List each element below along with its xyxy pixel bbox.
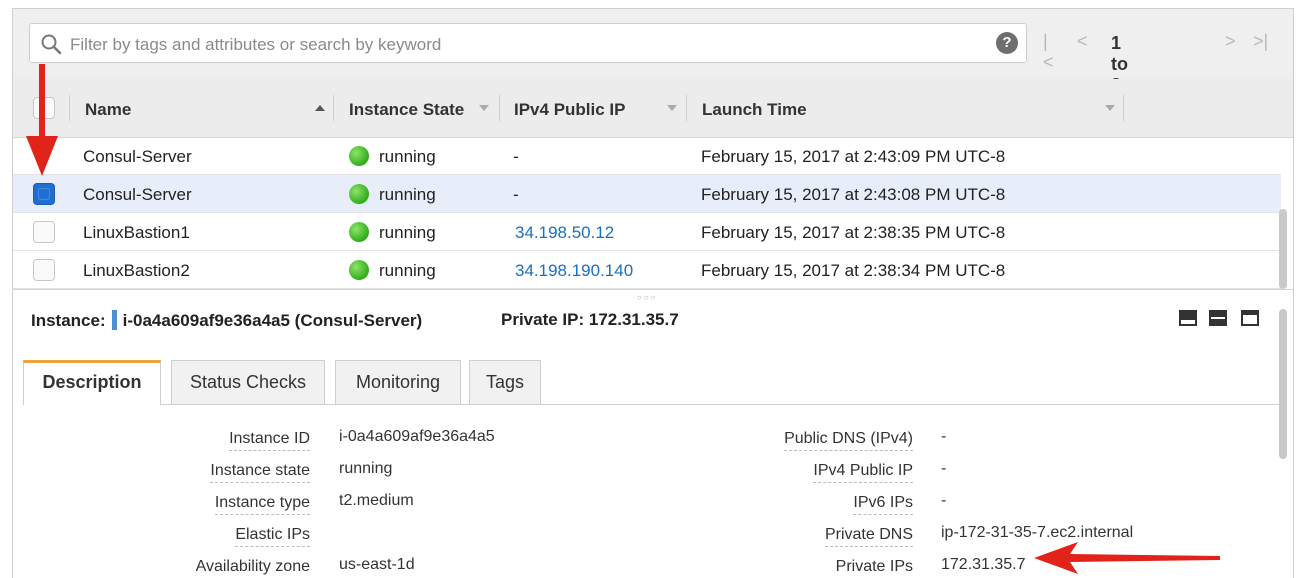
layout-split-icon[interactable] (1209, 310, 1227, 326)
instance-state: running (379, 261, 436, 280)
table-header: Name Instance State IPv4 Public IP Launc… (13, 79, 1293, 138)
running-status-icon (349, 222, 369, 242)
table-row[interactable]: LinuxBastion1 running 34.198.50.12 Febru… (13, 213, 1281, 251)
public-ip-link[interactable]: 34.198.50.12 (515, 223, 614, 243)
table-row[interactable]: LinuxBastion2 running 34.198.190.140 Feb… (13, 251, 1281, 289)
field-label-ipv4-public-ip: IPv4 Public IP (813, 462, 913, 483)
public-ip-link[interactable]: 34.198.190.140 (515, 261, 633, 281)
column-header-ipv4-public-ip[interactable]: IPv4 Public IP (514, 100, 626, 120)
instance-state: running (379, 147, 436, 166)
instance-label: Instance: (31, 311, 106, 330)
sort-caret-icon[interactable] (1105, 105, 1115, 111)
field-value-instance-state: running (339, 460, 393, 477)
row-checkbox[interactable] (33, 259, 55, 281)
annotation-arrow-down-icon (26, 64, 58, 176)
field-value-instance-type: t2.medium (339, 492, 414, 509)
instance-details-pane: Instance: i-0a4a609af9e36a4a5 (Consul-Ser… (13, 289, 1293, 578)
row-checkbox[interactable] (33, 183, 55, 205)
field-label-elastic-ips: Elastic IPs (235, 526, 310, 547)
search-input[interactable]: Filter by tags and attributes or search … (29, 23, 1027, 63)
tab-status-checks[interactable]: Status Checks (171, 360, 325, 404)
first-page-icon[interactable]: |< (1043, 31, 1054, 73)
launch-time: February 15, 2017 at 2:43:08 PM UTC-8 (701, 185, 1006, 204)
tab-description[interactable]: Description (23, 360, 161, 405)
details-tabs: Description Status Checks Monitoring Tag… (23, 360, 1285, 405)
field-value-public-dns: - (941, 428, 947, 445)
ec2-instances-panel: Filter by tags and attributes or search … (12, 8, 1294, 578)
field-label-public-dns: Public DNS (IPv4) (784, 430, 913, 451)
annotation-arrow-left-icon (1034, 542, 1220, 574)
field-label-private-dns: Private DNS (824, 526, 913, 547)
table-scrollbar[interactable] (1279, 209, 1287, 289)
last-page-icon[interactable]: >| (1253, 31, 1268, 52)
instance-name: LinuxBastion1 (83, 223, 190, 242)
public-ip: - (513, 147, 519, 166)
instance-name: LinuxBastion2 (83, 261, 190, 280)
sort-caret-icon[interactable] (667, 105, 677, 111)
field-label-private-ips: Private IPs (836, 558, 913, 578)
field-value-ipv4-public-ip: - (941, 460, 947, 477)
running-status-icon (349, 260, 369, 280)
search-placeholder: Filter by tags and attributes or search … (70, 35, 442, 54)
instance-name: Consul-Server (83, 185, 192, 204)
launch-time: February 15, 2017 at 2:38:34 PM UTC-8 (701, 261, 1006, 280)
instance-name: Consul-Server (83, 147, 192, 166)
public-ip: - (513, 185, 519, 204)
column-header-launch-time[interactable]: Launch Time (702, 100, 807, 120)
layout-bottom-icon[interactable] (1179, 310, 1197, 326)
table-row[interactable]: Consul-Server running - February 15, 201… (13, 137, 1281, 175)
field-value-instance-id: i-0a4a609af9e36a4a5 (339, 428, 495, 445)
row-checkbox[interactable] (33, 221, 55, 243)
field-label-availability-zone: Availability zone (196, 558, 310, 578)
table-row[interactable]: Consul-Server running - February 15, 201… (13, 175, 1281, 213)
tab-monitoring[interactable]: Monitoring (335, 360, 461, 404)
launch-time: February 15, 2017 at 2:43:09 PM UTC-8 (701, 147, 1006, 166)
next-page-icon[interactable]: > (1225, 31, 1236, 52)
sort-ascending-icon[interactable] (315, 105, 325, 111)
instance-state: running (379, 223, 436, 242)
field-value-ipv6-ips: - (941, 492, 947, 509)
private-ip-summary: Private IP: 172.31.35.7 (501, 310, 679, 329)
field-value-availability-zone: us-east-1d (339, 556, 415, 573)
filter-toolbar: Filter by tags and attributes or search … (13, 9, 1293, 137)
field-label-instance-type: Instance type (214, 494, 310, 515)
launch-time: February 15, 2017 at 2:38:35 PM UTC-8 (701, 223, 1006, 242)
running-status-icon (349, 146, 369, 166)
running-status-icon (349, 184, 369, 204)
tab-tags[interactable]: Tags (469, 360, 541, 404)
field-label-instance-id: Instance ID (229, 430, 310, 451)
field-label-ipv6-ips: IPv6 IPs (853, 494, 913, 515)
field-value-private-ips: 172.31.35.7 (941, 556, 1026, 573)
instances-table-body: Consul-Server running - February 15, 201… (13, 137, 1293, 289)
field-label-instance-state: Instance state (210, 462, 310, 483)
details-scrollbar[interactable] (1279, 309, 1287, 459)
instance-state: running (379, 185, 436, 204)
layout-top-icon[interactable] (1241, 310, 1259, 326)
instance-value: i-0a4a609af9e36a4a5 (Consul-Server) (122, 311, 423, 330)
selection-marker (111, 310, 117, 330)
column-header-name[interactable]: Name (85, 100, 131, 120)
column-header-instance-state[interactable]: Instance State (349, 100, 464, 120)
search-icon (41, 34, 62, 55)
prev-page-icon[interactable]: < (1077, 31, 1088, 52)
sort-caret-icon[interactable] (479, 105, 489, 111)
help-icon[interactable]: ? (996, 32, 1018, 54)
instance-title: Instance: i-0a4a609af9e36a4a5 (Consul-Ser… (31, 310, 422, 331)
